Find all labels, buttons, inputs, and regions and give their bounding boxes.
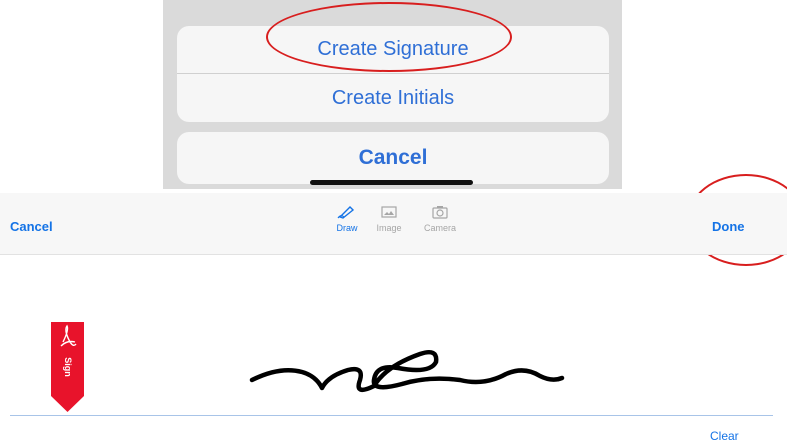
signature-baseline — [10, 415, 773, 416]
mode-draw[interactable]: Draw — [325, 205, 369, 233]
create-initials-option[interactable]: Create Initials — [177, 74, 609, 122]
done-button[interactable]: Done — [712, 219, 745, 234]
mode-image-label: Image — [376, 223, 402, 233]
mode-image[interactable]: Image — [367, 205, 411, 233]
sign-tag-label: Sign — [63, 357, 73, 377]
clear-button[interactable]: Clear — [710, 429, 739, 443]
mode-camera-label: Camera — [423, 223, 456, 233]
mode-draw-label: Draw — [336, 223, 358, 233]
action-sheet-options: Create Signature Create Initials — [177, 26, 609, 122]
action-sheet-cancel-button[interactable]: Cancel — [177, 132, 609, 184]
mode-camera[interactable]: Camera — [418, 205, 462, 233]
home-indicator — [310, 180, 473, 185]
camera-icon — [432, 206, 448, 219]
signature-toolbar: Cancel Draw Image Camera Done — [0, 193, 787, 255]
create-signature-option[interactable]: Create Signature — [177, 26, 609, 74]
image-icon — [381, 206, 397, 218]
drawn-signature — [249, 350, 565, 393]
pen-icon — [337, 206, 355, 219]
cancel-button[interactable]: Cancel — [10, 219, 53, 234]
